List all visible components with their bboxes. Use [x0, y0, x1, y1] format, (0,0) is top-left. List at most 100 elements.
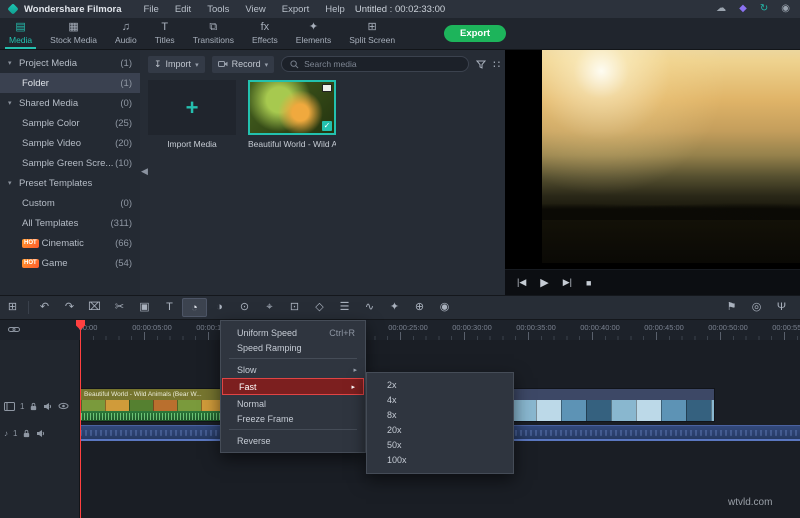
sidebar-item-project-media[interactable]: Project Media (1)	[0, 53, 140, 73]
stabilize-icon[interactable]: ⌖	[257, 298, 282, 317]
next-frame-icon[interactable]: ▶|	[563, 277, 572, 288]
menu-item-4x[interactable]: 4x	[367, 393, 513, 408]
menu-help[interactable]: Help	[325, 4, 345, 15]
lock-icon[interactable]	[22, 429, 31, 438]
media-sidebar: Project Media (1) Folder (1) Shared Medi…	[0, 50, 140, 340]
fit-icon[interactable]: ⊡	[282, 298, 307, 317]
undo-icon[interactable]: ↶	[32, 298, 57, 317]
keyframe-icon[interactable]: ◇	[307, 298, 332, 317]
tab-titles[interactable]: T Titles	[146, 18, 184, 49]
delete-icon[interactable]: ⌧	[82, 298, 107, 317]
media-browser: ↧ Import Record ∷ + Import Media Beautif…	[140, 50, 505, 295]
menu-item-100x[interactable]: 100x	[367, 453, 513, 468]
media-clip-thumbnail[interactable]	[248, 80, 336, 135]
redo-icon[interactable]: ↷	[57, 298, 82, 317]
crop-icon[interactable]: ▣	[132, 298, 157, 317]
tab-media[interactable]: ▤ Media	[0, 18, 41, 49]
denoise-icon[interactable]: ∿	[357, 298, 382, 317]
mute-icon[interactable]	[36, 429, 46, 438]
menu-item-slow[interactable]: Slow	[221, 362, 365, 377]
sidebar-item-preset-templates[interactable]: Preset Templates	[0, 173, 140, 193]
video-track-header: 1	[0, 390, 80, 422]
menu-item-2x[interactable]: 2x	[367, 378, 513, 393]
tabbar: ▤ Media ▦ Stock Media ♫ Audio T Titles ⧉…	[0, 18, 800, 50]
video-track-icon[interactable]	[4, 401, 15, 411]
sidebar-item-game[interactable]: HOT Game (54)	[0, 253, 140, 273]
chevron-down-icon	[8, 179, 19, 187]
track-number: 1	[20, 401, 25, 411]
menu-item-reverse[interactable]: Reverse	[221, 433, 365, 448]
sidebar-item-shared-media[interactable]: Shared Media (0)	[0, 93, 140, 113]
menu-item-normal[interactable]: Normal	[221, 396, 365, 411]
playback-controls: |◀ ▶ ▶| ■	[505, 269, 800, 295]
menu-item-speed-ramping[interactable]: Speed Ramping	[221, 340, 365, 355]
split-icon[interactable]: ✂	[107, 298, 132, 317]
tab-transitions[interactable]: ⧉ Transitions	[184, 18, 243, 49]
tab-stock-media[interactable]: ▦ Stock Media	[41, 18, 106, 49]
import-media-tile[interactable]: +	[148, 80, 236, 135]
playhead[interactable]	[80, 320, 81, 518]
sidebar-item-sample-color[interactable]: Sample Color (25)	[0, 113, 140, 133]
collapse-panel-handle[interactable]: ◀	[141, 166, 148, 177]
menu-file[interactable]: File	[144, 4, 159, 15]
audio-mixer-icon[interactable]: ☰	[332, 298, 357, 317]
sidebar-item-sample-green-screen[interactable]: Sample Green Scre... (10)	[0, 153, 140, 173]
export-button[interactable]: Export	[444, 25, 507, 42]
grid-view-icon[interactable]: ∷	[493, 58, 500, 71]
effects-icon[interactable]: ✦	[382, 298, 407, 317]
media-view-icon[interactable]: ⊞	[0, 298, 25, 317]
prev-frame-icon[interactable]: |◀	[517, 277, 526, 288]
chroma-key-icon[interactable]: ⊙	[232, 298, 257, 317]
import-media-label: Import Media	[167, 139, 217, 149]
media-tab-icon: ▤	[15, 21, 26, 33]
record-screen-icon[interactable]: ◉	[432, 298, 457, 317]
menu-item-freeze-frame[interactable]: Freeze Frame	[221, 411, 365, 426]
speed-icon[interactable]: ◔	[182, 298, 207, 317]
quick-text-icon[interactable]: T	[157, 298, 182, 317]
menu-item-8x[interactable]: 8x	[367, 408, 513, 423]
eye-icon[interactable]	[58, 402, 69, 410]
stop-icon[interactable]: ■	[586, 278, 591, 288]
chevron-down-icon	[195, 59, 199, 69]
menu-item-fast[interactable]: Fast	[222, 378, 364, 395]
sidebar-item-all-templates[interactable]: All Templates (311)	[0, 213, 140, 233]
tab-label: Media	[9, 35, 33, 45]
menu-tools[interactable]: Tools	[207, 4, 229, 15]
timeline-ruler[interactable]: 00:00 00:00:05:00 00:00:10:00 00:00:15:0…	[79, 320, 800, 340]
search-input[interactable]	[304, 59, 461, 69]
tab-split-screen[interactable]: ⊞ Split Screen	[340, 18, 404, 49]
track-number: 1	[13, 428, 18, 438]
mute-icon[interactable]	[43, 402, 53, 411]
zoom-track-icon[interactable]: ⊕	[407, 298, 432, 317]
account-icon[interactable]: ◉	[781, 0, 790, 18]
ruler-label: 00:00:45:00	[644, 323, 684, 332]
menu-export[interactable]: Export	[282, 4, 309, 15]
sync-icon[interactable]: ↻	[760, 0, 768, 18]
tab-label: Transitions	[192, 35, 234, 45]
sidebar-item-cinematic[interactable]: HOT Cinematic (66)	[0, 233, 140, 253]
record-dropdown[interactable]: Record	[211, 55, 275, 73]
import-dropdown[interactable]: ↧ Import	[148, 55, 205, 73]
menu-edit[interactable]: Edit	[175, 4, 191, 15]
cloud-icon[interactable]: ☁	[716, 0, 726, 18]
menu-view[interactable]: View	[245, 4, 265, 15]
menu-item-uniform-speed[interactable]: Uniform Speed Ctrl+R	[221, 325, 365, 340]
filter-icon[interactable]	[476, 60, 487, 69]
snapshot-icon[interactable]: ◎	[744, 298, 769, 317]
voiceover-icon[interactable]: Ψ	[769, 298, 794, 317]
tab-elements[interactable]: ✦ Elements	[287, 18, 340, 49]
lock-icon[interactable]	[29, 402, 38, 411]
play-icon[interactable]: ▶	[540, 276, 548, 289]
sidebar-item-folder[interactable]: Folder (1)	[0, 73, 140, 93]
sidebar-item-custom[interactable]: Custom (0)	[0, 193, 140, 213]
menu-item-50x[interactable]: 50x	[367, 438, 513, 453]
premium-icon[interactable]: ◆	[739, 0, 747, 18]
link-clips-icon[interactable]	[8, 325, 20, 334]
tab-effects[interactable]: fx Effects	[243, 18, 287, 49]
marker-icon[interactable]: ⚑	[719, 298, 744, 317]
chevron-down-icon	[265, 59, 269, 69]
color-icon[interactable]: ◑	[207, 298, 232, 317]
tab-audio[interactable]: ♫ Audio	[106, 18, 146, 49]
menu-item-20x[interactable]: 20x	[367, 423, 513, 438]
sidebar-item-sample-video[interactable]: Sample Video (20)	[0, 133, 140, 153]
